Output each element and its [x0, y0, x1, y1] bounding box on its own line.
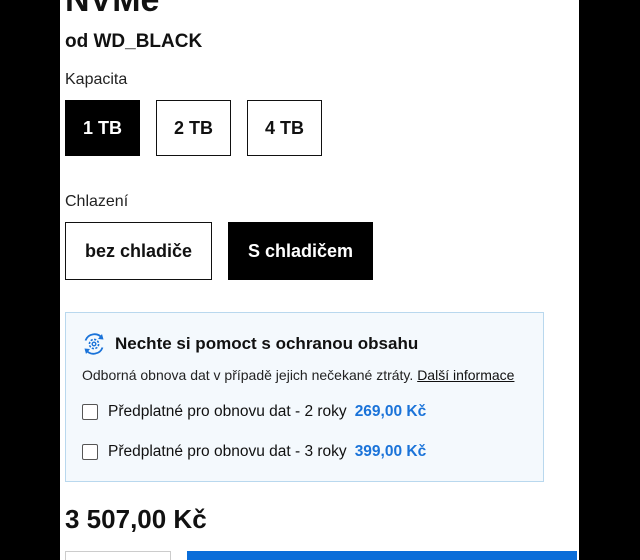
plan-checkbox-2-years[interactable] [82, 404, 98, 420]
plan-price: 399,00 Kč [354, 443, 427, 460]
cooling-option-none[interactable]: bez chladiče [65, 222, 212, 280]
data-recovery-gear-icon [84, 333, 104, 355]
capacity-option-1tb[interactable]: 1 TB [65, 100, 140, 156]
plan-label: Předplatné pro obnovu dat - 3 roky [108, 443, 347, 460]
product-panel: NVMe™ od WD_BLACK Kapacita 1 TB 2 TB 4 T… [60, 0, 579, 560]
quantity-input[interactable] [65, 551, 171, 560]
capacity-option-4tb[interactable]: 4 TB [247, 100, 322, 156]
protection-title: Nechte si pomoct s ochranou obsahu [115, 334, 419, 353]
cooling-label: Chlazení [65, 193, 129, 210]
plan-checkbox-3-years[interactable] [82, 444, 98, 460]
more-info-link[interactable]: Další informace [417, 367, 514, 383]
plan-price: 269,00 Kč [354, 403, 427, 420]
protection-header: Nechte si pomoct s ochranou obsahu [81, 331, 418, 357]
plan-row-3-years[interactable]: Předplatné pro obnovu dat - 3 roky 399,0… [82, 442, 426, 462]
plan-label: Předplatné pro obnovu dat - 2 roky [108, 403, 347, 420]
protection-box: Nechte si pomoct s ochranou obsahu Odbor… [65, 312, 544, 482]
product-brand: od WD_BLACK [65, 31, 203, 52]
add-to-cart-button[interactable] [187, 551, 577, 560]
cooling-option-heatsink[interactable]: S chladičem [228, 222, 373, 280]
product-title: NVMe™ [65, 0, 194, 19]
product-price: 3 507,00 Kč [65, 504, 207, 534]
protection-description: Odborná obnova dat v případě jejich neče… [82, 367, 515, 383]
plan-row-2-years[interactable]: Předplatné pro obnovu dat - 2 roky 269,0… [82, 402, 426, 422]
capacity-option-2tb[interactable]: 2 TB [156, 100, 231, 156]
capacity-label: Kapacita [65, 71, 128, 88]
